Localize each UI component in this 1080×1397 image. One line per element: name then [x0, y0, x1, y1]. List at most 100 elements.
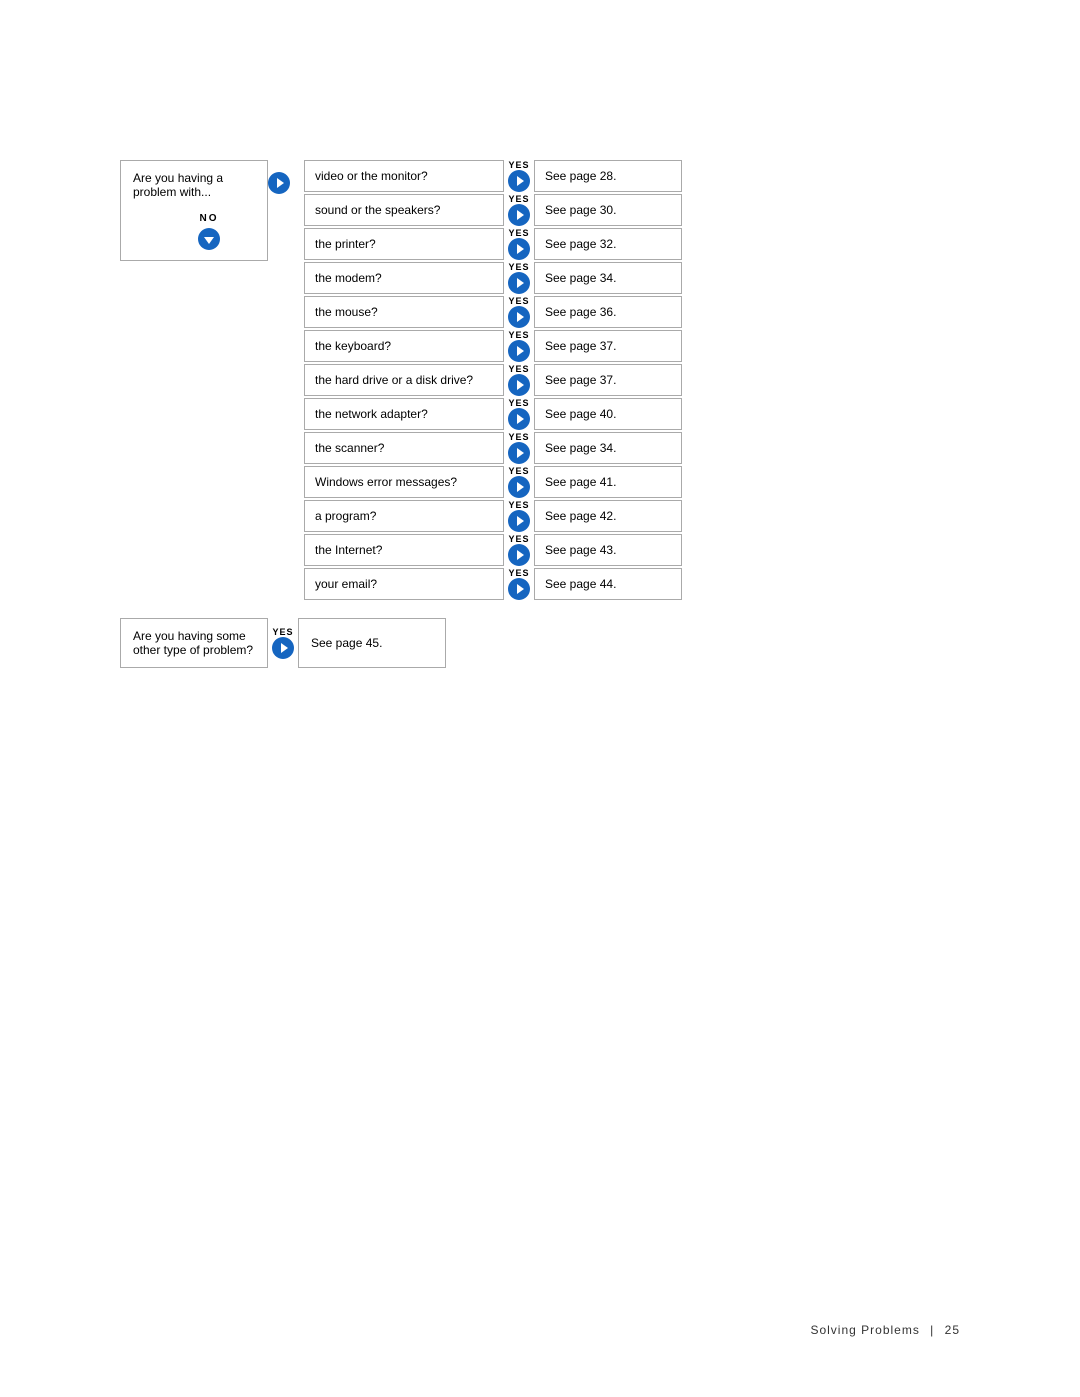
yes-arrow-icon [508, 340, 530, 362]
yes-label: YES [508, 534, 529, 544]
yes-arrow-section: YES [508, 364, 530, 396]
yes-arrow-icon [508, 306, 530, 328]
result-box: See page 30. [534, 194, 682, 226]
bottom-yes-arrow-icon [272, 637, 294, 659]
yes-arrow-icon [508, 476, 530, 498]
yes-label: YES [508, 432, 529, 442]
main-right-arrow-icon [268, 172, 290, 194]
main-question-box: Are you having a problem with... NO [120, 160, 268, 261]
yes-arrow-icon [508, 204, 530, 226]
yes-arrow-section: YES [508, 160, 530, 192]
yes-arrow-section: YES [508, 262, 530, 294]
bottom-yes-arrow-section: YES [272, 627, 294, 659]
yes-arrow-section: YES [508, 330, 530, 362]
result-box: See page 37. [534, 330, 682, 362]
yes-arrow-icon [508, 374, 530, 396]
yes-arrow-icon [508, 544, 530, 566]
yes-arrow-section: YES [508, 466, 530, 498]
item-row: video or the monitor? YES See page 28. [304, 160, 682, 192]
result-box: See page 34. [534, 262, 682, 294]
item-question-box: the scanner? [304, 432, 504, 464]
item-row: sound or the speakers? YES See page 30. [304, 194, 682, 226]
yes-label: YES [508, 296, 529, 306]
yes-arrow-icon [508, 408, 530, 430]
item-question-box: the Internet? [304, 534, 504, 566]
yes-arrow-icon [508, 510, 530, 532]
main-arrow-right-section [268, 160, 300, 194]
item-question-box: the network adapter? [304, 398, 504, 430]
yes-arrow-section: YES [508, 194, 530, 226]
item-row: your email? YES See page 44. [304, 568, 682, 600]
result-box: See page 37. [534, 364, 682, 396]
yes-arrow-section: YES [508, 398, 530, 430]
item-row: the Internet? YES See page 43. [304, 534, 682, 566]
items-column: video or the monitor?YESSee page 28.soun… [304, 160, 682, 602]
yes-label: YES [508, 364, 529, 374]
yes-label: YES [508, 466, 529, 476]
no-label: NO [200, 213, 219, 224]
item-question-box: a program? [304, 500, 504, 532]
result-box: See page 41. [534, 466, 682, 498]
result-box: See page 34. [534, 432, 682, 464]
yes-arrow-section: YES [508, 296, 530, 328]
result-box: See page 44. [534, 568, 682, 600]
no-section: NO [163, 213, 255, 250]
result-box: See page 43. [534, 534, 682, 566]
item-question-box: the printer? [304, 228, 504, 260]
yes-label: YES [508, 330, 529, 340]
yes-label: YES [508, 568, 529, 578]
yes-label: YES [508, 500, 529, 510]
item-question-box: video or the monitor? [304, 160, 504, 192]
result-box: See page 40. [534, 398, 682, 430]
yes-arrow-icon [508, 442, 530, 464]
no-arrow-icon [198, 228, 220, 250]
item-question-box: sound or the speakers? [304, 194, 504, 226]
yes-arrow-icon [508, 238, 530, 260]
yes-arrow-icon [508, 272, 530, 294]
yes-arrow-section: YES [508, 432, 530, 464]
item-row: the mouse? YES See page 36. [304, 296, 682, 328]
result-box: See page 28. [534, 160, 682, 192]
page-footer: Solving Problems | 25 [810, 1323, 960, 1337]
item-row: the printer? YES See page 32. [304, 228, 682, 260]
bottom-result-box: See page 45. [298, 618, 446, 668]
yes-arrow-icon [508, 578, 530, 600]
result-box: See page 32. [534, 228, 682, 260]
item-question-box: the modem? [304, 262, 504, 294]
yes-arrow-section: YES [508, 228, 530, 260]
footer-page-number: 25 [945, 1323, 960, 1337]
yes-arrow-section: YES [508, 568, 530, 600]
item-row: the modem? YES See page 34. [304, 262, 682, 294]
item-row: the scanner? YES See page 34. [304, 432, 682, 464]
item-row: a program? YES See page 42. [304, 500, 682, 532]
yes-label: YES [508, 194, 529, 204]
item-row: the hard drive or a disk drive? YES See pa… [304, 364, 682, 396]
bottom-question-text: Are you having some other type of proble… [133, 629, 253, 657]
item-row: Windows error messages? YES See page 41. [304, 466, 682, 498]
yes-label: YES [508, 262, 529, 272]
page-container: Are you having a problem with... NO vide… [0, 0, 1080, 1397]
item-question-box: the hard drive or a disk drive? [304, 364, 504, 396]
main-question-text: Are you having a problem with... [133, 171, 223, 199]
item-question-box: the keyboard? [304, 330, 504, 362]
item-question-box: your email? [304, 568, 504, 600]
yes-label: YES [508, 228, 529, 238]
bottom-section: Are you having some other type of proble… [120, 618, 960, 668]
bottom-yes-label: YES [272, 627, 293, 637]
item-row: the network adapter? YES See page 40. [304, 398, 682, 430]
yes-label: YES [508, 398, 529, 408]
bottom-result-text: See page 45. [311, 636, 382, 650]
yes-arrow-section: YES [508, 500, 530, 532]
yes-arrow-icon [508, 170, 530, 192]
item-row: the keyboard? YES See page 37. [304, 330, 682, 362]
footer-text: Solving Problems [810, 1323, 919, 1337]
item-question-box: the mouse? [304, 296, 504, 328]
result-box: See page 42. [534, 500, 682, 532]
main-flow: Are you having a problem with... NO vide… [120, 160, 960, 602]
yes-label: YES [508, 160, 529, 170]
item-question-box: Windows error messages? [304, 466, 504, 498]
result-box: See page 36. [534, 296, 682, 328]
bottom-question-box: Are you having some other type of proble… [120, 618, 268, 668]
footer-pipe: | [930, 1323, 934, 1337]
yes-arrow-section: YES [508, 534, 530, 566]
